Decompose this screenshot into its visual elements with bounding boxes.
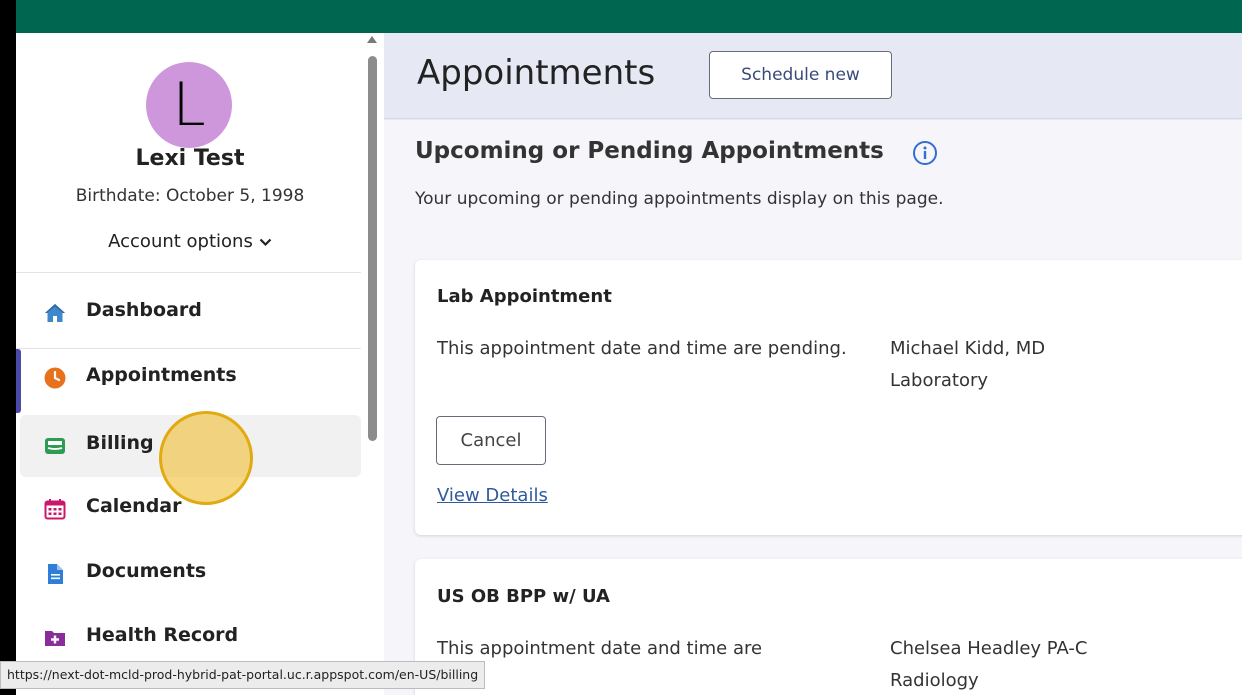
page-title: Appointments [417, 53, 656, 93]
view-details-link[interactable]: View Details [437, 485, 548, 506]
main-content: Appointments Schedule new Upcoming or Pe… [384, 33, 1242, 695]
provider-department: Radiology [890, 670, 979, 691]
sidebar-item-label: Calendar [86, 495, 182, 517]
appointment-card: Lab Appointment This appointment date an… [415, 260, 1242, 535]
click-indicator [159, 411, 253, 505]
sidebar-item-label: Billing [86, 432, 154, 454]
sidebar-scroll-thumb[interactable] [368, 56, 377, 441]
document-icon [44, 563, 66, 585]
sidebar-item-dashboard[interactable]: Dashboard [16, 282, 361, 344]
calendar-icon [44, 498, 66, 520]
sidebar-item-documents[interactable]: Documents [16, 543, 361, 605]
provider-name: Michael Kidd, MD [890, 338, 1046, 359]
appointment-status: This appointment date and time are pendi… [437, 338, 847, 359]
provider-department: Laboratory [890, 370, 989, 391]
info-icon[interactable] [912, 140, 938, 166]
schedule-new-button[interactable]: Schedule new [709, 51, 892, 99]
sidebar-item-health-record[interactable]: Health Record [16, 607, 361, 669]
status-bar-url: https://next-dot-mcld-prod-hybrid-pat-po… [0, 661, 486, 689]
user-name: Lexi Test [135, 146, 245, 171]
appointment-title: Lab Appointment [437, 286, 612, 307]
scroll-up-arrow-icon[interactable] [367, 36, 377, 43]
billing-card-icon [44, 435, 66, 457]
account-options-button[interactable]: Account options [16, 231, 364, 252]
section-description: Your upcoming or pending appointments di… [415, 189, 944, 209]
sidebar-item-label: Appointments [86, 364, 237, 386]
home-icon [44, 302, 66, 324]
appointment-provider-info: Michael Kidd, MD Laboratory [890, 333, 1045, 397]
sidebar: L Lexi Test Birthdate: October 5, 1998 A… [16, 33, 384, 695]
appointment-status: This appointment date and time are [437, 638, 763, 659]
provider-name: Chelsea Headley PA-C [890, 638, 1088, 659]
clock-icon [44, 367, 66, 389]
account-options-label: Account options [108, 231, 253, 252]
chevron-down-icon [259, 235, 272, 251]
section-title: Upcoming or Pending Appointments [415, 138, 884, 164]
sidebar-item-appointments[interactable]: Appointments [16, 347, 361, 413]
appointment-title: US OB BPP w/ UA [437, 586, 610, 607]
cancel-button[interactable]: Cancel [436, 416, 546, 465]
sidebar-item-label: Documents [86, 560, 207, 582]
birthdate: Birthdate: October 5, 1998 [75, 186, 305, 206]
sidebar-item-label: Dashboard [86, 299, 202, 321]
avatar: L [146, 62, 232, 148]
health-record-plus-icon [44, 627, 66, 649]
top-bar [16, 0, 1242, 33]
divider [16, 272, 361, 273]
appointment-provider-info: Chelsea Headley PA-C Radiology [890, 633, 1087, 695]
page-header: Appointments Schedule new [384, 33, 1242, 119]
upcoming-appointments-section: Upcoming or Pending Appointments Your up… [384, 120, 1242, 695]
appointment-card: US OB BPP w/ UA This appointment date an… [415, 559, 1242, 695]
sidebar-item-label: Health Record [86, 624, 239, 646]
